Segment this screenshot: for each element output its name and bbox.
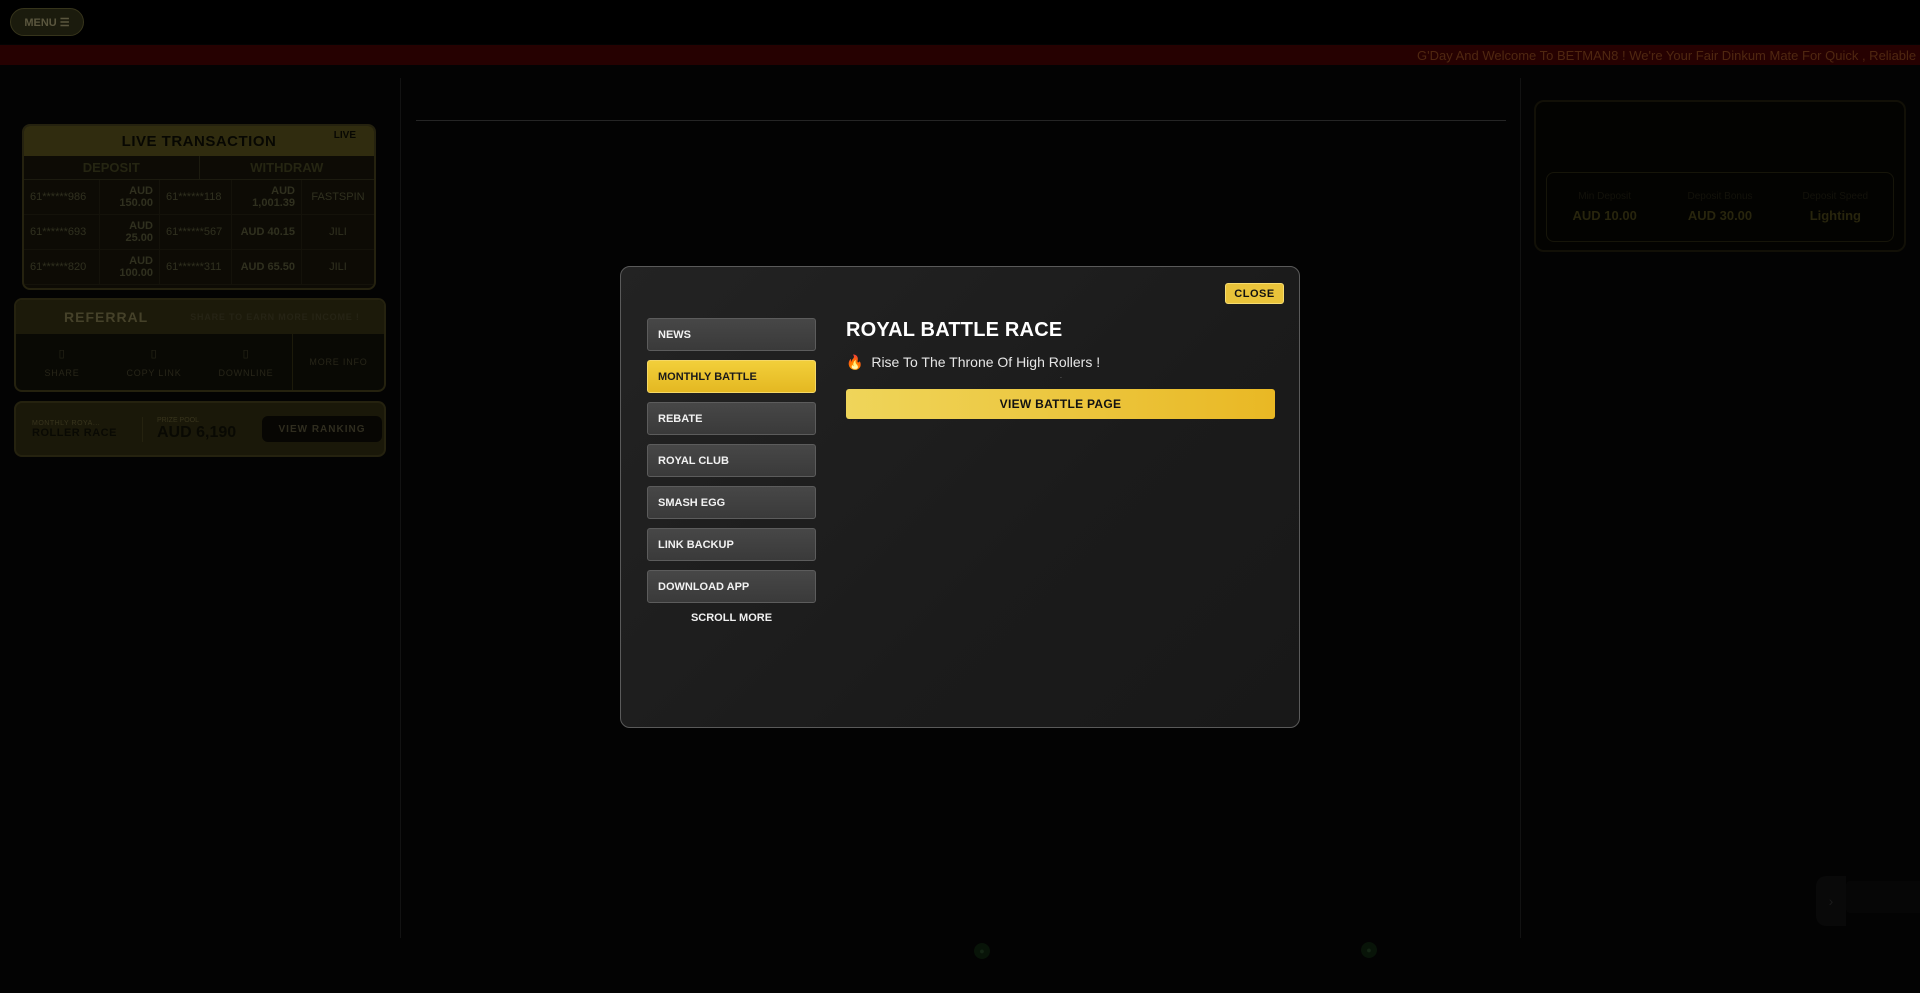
content-subtitle-text: Rise To The Throne Of High Rollers ! — [871, 354, 1101, 370]
content-title-text: ROYAL BATTLE RACE — [846, 319, 1063, 341]
content-title: ROYAL BATTLE RACE — [846, 319, 1276, 342]
tab-label: ROYAL CLUB — [658, 454, 729, 467]
tab-label: SMASH EGG — [658, 496, 726, 509]
tab-monthly-battle[interactable]: MONTHLY BATTLE — [647, 360, 816, 393]
info-modal: CLOSE NEWS MONTHLY BATTLE REBATE ROYAL C… — [620, 266, 1300, 728]
tab-label: REBATE — [658, 412, 703, 425]
tab-label: NEWS — [658, 328, 691, 341]
tab-label: MONTHLY BATTLE — [658, 370, 757, 383]
tab-news[interactable]: NEWS — [647, 318, 816, 351]
view-battle-page-button[interactable]: VIEW BATTLE PAGE — [846, 389, 1275, 419]
modal-tabs: NEWS MONTHLY BATTLE REBATE ROYAL CLUB SM… — [647, 318, 816, 624]
modal-content: ROYAL BATTLE RACE 🔥 Rise To The Throne O… — [846, 319, 1276, 419]
tab-label: DOWNLOAD APP — [658, 580, 750, 593]
divider-dot: · — [1059, 373, 1063, 382]
fire-icon: 🔥 — [846, 354, 864, 370]
tab-link-backup[interactable]: LINK BACKUP — [647, 528, 816, 561]
tab-royal-club[interactable]: ROYAL CLUB — [647, 444, 816, 477]
tab-label: LINK BACKUP — [658, 538, 734, 551]
close-button[interactable]: CLOSE — [1225, 283, 1284, 304]
content-subtitle: 🔥 Rise To The Throne Of High Rollers ! — [846, 354, 1276, 371]
tab-rebate[interactable]: REBATE — [647, 402, 816, 435]
scroll-more-hint[interactable]: SCROLL MORE — [647, 612, 816, 624]
tab-smash-egg[interactable]: SMASH EGG — [647, 486, 816, 519]
tab-download-app[interactable]: DOWNLOAD APP — [647, 570, 816, 603]
